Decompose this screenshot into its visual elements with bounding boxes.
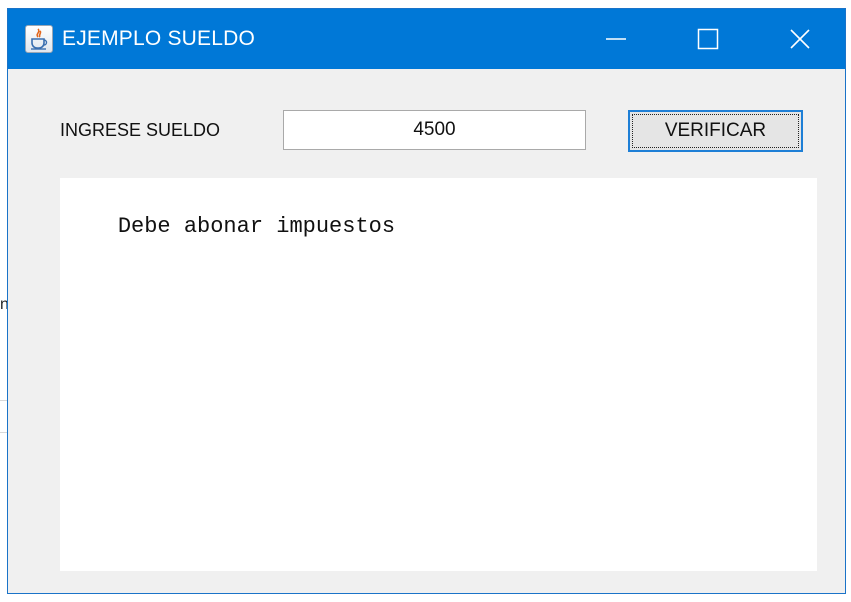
minimize-icon: [606, 38, 626, 40]
result-text-area[interactable]: Debe abonar impuestos: [60, 178, 817, 571]
close-button[interactable]: [754, 9, 846, 69]
close-icon: [790, 29, 810, 49]
title-bar[interactable]: EJEMPLO SUELDO: [8, 9, 845, 69]
salary-label: INGRESE SUELDO: [60, 120, 221, 140]
java-icon[interactable]: [25, 25, 53, 53]
result-text: Debe abonar impuestos: [117, 214, 396, 239]
window-title: EJEMPLO SUELDO: [62, 27, 256, 50]
maximize-button[interactable]: [662, 9, 754, 69]
minimize-button[interactable]: [570, 9, 662, 69]
verify-button[interactable]: VERIFICAR: [628, 110, 803, 152]
maximize-icon: [697, 28, 719, 50]
salary-input[interactable]: [283, 110, 586, 150]
verify-button-label: VERIFICAR: [632, 114, 799, 148]
app-window: EJEMPLO SUELDO INGRESE SUELDO VERIFICAR …: [7, 8, 846, 594]
